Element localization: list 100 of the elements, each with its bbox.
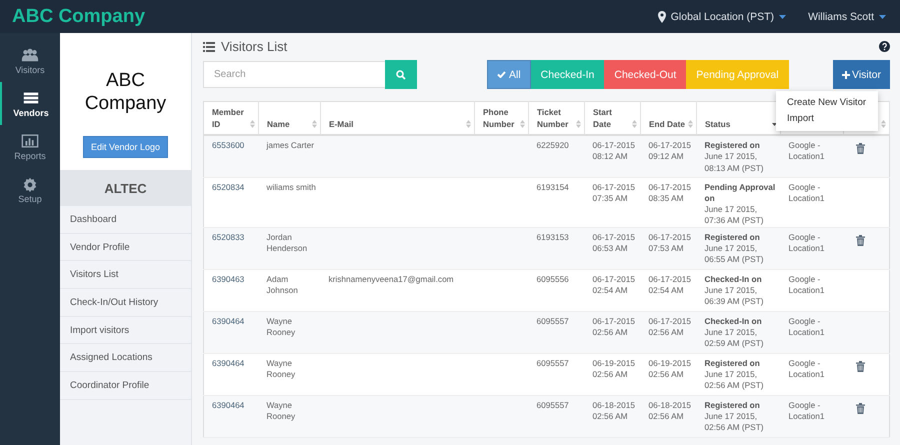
table-cell: Jordan Henderson bbox=[266, 232, 308, 253]
page-title: Visitors List bbox=[221, 39, 288, 54]
table-cell: 06-17-2015 08:35 AM bbox=[648, 182, 691, 203]
list-icon bbox=[22, 90, 40, 106]
trash-icon[interactable] bbox=[856, 143, 864, 154]
brand-title: ABC Company bbox=[12, 6, 146, 28]
column-header[interactable]: Phone Number bbox=[483, 106, 518, 130]
table-cell: 6193153 bbox=[536, 232, 569, 242]
table-cell: 06-17-2015 08:12 AM bbox=[592, 140, 635, 162]
table-cell: james Carter bbox=[266, 140, 314, 150]
status-label: Checked-In on bbox=[704, 316, 763, 327]
vendor-logo-text: ABC Company bbox=[84, 69, 168, 115]
status-label: Registered on bbox=[704, 400, 761, 411]
trash-icon[interactable] bbox=[856, 402, 864, 414]
sort-icon[interactable] bbox=[250, 120, 255, 128]
caret-icon bbox=[779, 14, 786, 18]
check-icon bbox=[497, 71, 506, 78]
table-cell: krishnamenyveena17@gmail.com bbox=[328, 274, 454, 284]
sort-icon[interactable] bbox=[576, 120, 581, 128]
table-cell: 6520833 bbox=[212, 232, 244, 242]
search-button[interactable] bbox=[385, 60, 417, 89]
vendor-menu-item[interactable]: Vendor Profile bbox=[60, 234, 191, 262]
rail-item[interactable]: Setup bbox=[0, 168, 60, 211]
people-icon bbox=[21, 46, 39, 62]
table-cell: 6553600 bbox=[212, 140, 244, 150]
column-header[interactable]: E-Mail bbox=[329, 118, 464, 130]
pin-icon bbox=[658, 10, 666, 22]
table-cell: Google - Location1 bbox=[788, 274, 824, 295]
column-header[interactable]: End Date bbox=[649, 118, 686, 130]
table-cell: Google - Location1 bbox=[788, 400, 824, 421]
list-icon bbox=[203, 42, 215, 52]
vendor-name: ALTEC bbox=[60, 170, 191, 206]
rail-item[interactable]: Reports bbox=[0, 125, 60, 168]
table-cell: 6193154 bbox=[536, 182, 569, 192]
trash-icon[interactable] bbox=[856, 234, 864, 246]
table-cell: Google - Location1 bbox=[788, 316, 824, 337]
vendor-menu-item[interactable]: Import visitors bbox=[60, 316, 191, 344]
table-cell: 6390463 bbox=[212, 274, 244, 284]
table-cell: 6095557 bbox=[536, 358, 569, 368]
table-cell: 06-17-2015 02:54 AM bbox=[592, 274, 635, 295]
vendor-menu-item[interactable]: Dashboard bbox=[60, 206, 191, 234]
search-field[interactable]: Search bbox=[203, 61, 385, 88]
status-label: Registered on bbox=[704, 358, 761, 369]
vendor-menu-item[interactable]: Coordinator Profile bbox=[60, 372, 191, 400]
status-label: Pending Approval on bbox=[704, 182, 776, 204]
table-cell: 6520834 bbox=[212, 182, 244, 192]
sort-icon[interactable] bbox=[881, 120, 886, 128]
table-cell: Wayne Rooney bbox=[266, 316, 296, 337]
add-visitor-button[interactable]: Visitor bbox=[833, 60, 890, 89]
table-cell: 06-17-2015 07:53 AM bbox=[648, 232, 691, 253]
vendor-menu-item[interactable]: Visitors List bbox=[60, 261, 191, 290]
status-detail: June 17 2015, 06:55 AM (PST) bbox=[704, 242, 765, 266]
table-cell: 06-19-2015 02:56 AM bbox=[592, 358, 635, 379]
table-cell: Adam Johnson bbox=[266, 274, 298, 295]
column-header[interactable]: Start Date bbox=[593, 106, 630, 130]
table-cell: 06-18-2015 02:56 AM bbox=[592, 400, 635, 421]
help-icon[interactable] bbox=[879, 41, 890, 52]
table-cell: 06-17-2015 09:12 AM bbox=[648, 140, 691, 162]
table-cell: 06-17-2015 02:56 AM bbox=[592, 316, 635, 337]
table-cell: Wayne Rooney bbox=[266, 400, 296, 421]
status-detail: June 17 2015, 02:56 AM (PST) bbox=[704, 368, 765, 392]
trash-icon[interactable] bbox=[856, 360, 864, 372]
table-cell: 6390464 bbox=[212, 358, 244, 368]
table-cell: Google - Location1 bbox=[788, 182, 824, 203]
table-cell: 06-17-2015 06:53 AM bbox=[592, 232, 635, 253]
status-detail: June 17 2015, 02:59 AM (PST) bbox=[704, 326, 765, 350]
location-dropdown[interactable]: Global Location (PST) bbox=[658, 10, 786, 22]
sort-icon[interactable] bbox=[520, 120, 525, 128]
status-label: Checked-In on bbox=[704, 274, 763, 285]
rail-item[interactable]: Visitors bbox=[0, 39, 60, 82]
table-cell: Google - Location1 bbox=[788, 232, 824, 253]
search-icon bbox=[396, 70, 406, 80]
table-cell: 6095556 bbox=[536, 274, 569, 284]
vendor-menu-item[interactable]: Assigned Locations bbox=[60, 344, 191, 372]
table-cell: 6095557 bbox=[536, 316, 569, 326]
sort-icon[interactable] bbox=[466, 120, 471, 128]
column-header[interactable]: Status bbox=[705, 118, 770, 130]
table-cell: Google - Location1 bbox=[788, 358, 824, 379]
menu-item[interactable]: Create New Visitor bbox=[776, 95, 878, 111]
status-detail: June 17 2015, 07:36 AM (PST) bbox=[704, 204, 765, 227]
column-header[interactable]: Member ID bbox=[212, 106, 248, 130]
table-cell: 06-19-2015 02:56 AM bbox=[648, 358, 691, 379]
status-detail: June 17 2015, 02:56 AM (PST) bbox=[704, 410, 765, 434]
menu-item[interactable]: Import bbox=[776, 111, 878, 127]
column-header[interactable]: Name bbox=[267, 118, 310, 130]
status-label: Registered on bbox=[704, 140, 761, 152]
sort-icon[interactable] bbox=[688, 120, 693, 128]
table-cell: 6225920 bbox=[536, 140, 569, 150]
sort-icon[interactable] bbox=[632, 120, 637, 128]
table-cell: 06-17-2015 07:35 AM bbox=[592, 182, 635, 203]
vendor-menu-item[interactable]: Check-In/Out History bbox=[60, 289, 191, 317]
table-cell: 6095557 bbox=[536, 400, 569, 410]
user-menu[interactable]: Williams Scott bbox=[808, 10, 886, 22]
sort-icon[interactable] bbox=[312, 120, 317, 128]
status-detail: June 17 2015, 06:39 AM (PST) bbox=[704, 284, 765, 308]
status-label: Registered on bbox=[704, 232, 761, 243]
plus-icon bbox=[842, 70, 850, 78]
table-cell: 06-17-2015 02:54 AM bbox=[648, 274, 691, 295]
column-header[interactable]: Ticket Number bbox=[537, 106, 574, 130]
table-cell: 6390464 bbox=[212, 316, 244, 326]
